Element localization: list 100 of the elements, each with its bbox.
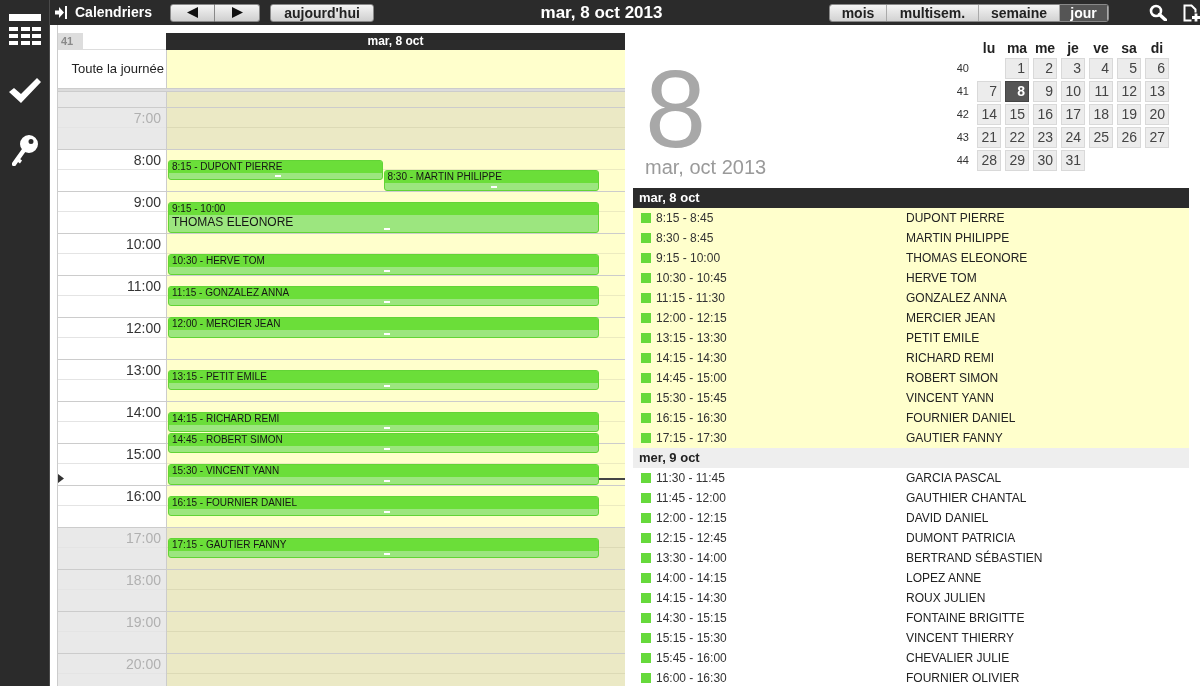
event-title[interactable]: DAVID DANIEL <box>906 509 989 527</box>
calendar-grid-icon[interactable] <box>8 14 41 45</box>
event-title[interactable]: GAUTHIER CHANTAL <box>906 489 1027 507</box>
calendar-day[interactable]: 30 <box>1033 150 1057 171</box>
calendar-day[interactable]: 18 <box>1089 104 1113 125</box>
event-time[interactable]: 13:15 - 13:30 <box>656 329 906 347</box>
calendar-day[interactable]: 17 <box>1061 104 1085 125</box>
event-time[interactable]: 14:15 - 14:30 <box>656 589 906 607</box>
event-title[interactable]: RICHARD REMI <box>906 349 994 367</box>
today-button[interactable]: aujourd'hui <box>270 3 374 22</box>
appointment-block[interactable]: 8:30 - MARTIN PHILIPPE <box>383 170 599 191</box>
event-title[interactable]: CHEVALIER JULIE <box>906 649 1010 667</box>
appointment-block[interactable]: 14:15 - RICHARD REMI <box>168 411 599 432</box>
event-title[interactable]: FOURNIER DANIEL <box>906 409 1016 427</box>
view-tab[interactable]: jour <box>1060 4 1108 21</box>
calendar-day[interactable]: 31 <box>1061 150 1085 171</box>
calendar-day[interactable]: 4 <box>1089 58 1113 79</box>
event-time[interactable]: 11:45 - 12:00 <box>656 489 906 507</box>
event-time[interactable]: 14:45 - 15:00 <box>656 369 906 387</box>
search-icon[interactable] <box>1149 4 1167 21</box>
event-title[interactable]: ROBERT SIMON <box>906 369 999 387</box>
appointment-block[interactable]: 9:15 - 10:00 THOMAS ELEONORE <box>168 201 599 233</box>
event-time[interactable]: 12:00 - 12:15 <box>656 509 906 527</box>
event-time[interactable]: 16:00 - 16:30 <box>656 669 906 686</box>
event-time[interactable]: 12:00 - 12:15 <box>656 309 906 327</box>
event-time[interactable]: 16:15 - 16:30 <box>656 409 906 427</box>
calendar-day[interactable]: 20 <box>1145 104 1169 125</box>
event-time[interactable]: 14:00 - 14:15 <box>656 569 906 587</box>
event-title[interactable]: GONZALEZ ANNA <box>906 289 1007 307</box>
calendar-day[interactable]: 16 <box>1033 104 1057 125</box>
event-time[interactable]: 8:15 - 8:45 <box>656 209 906 227</box>
calendars-button[interactable]: Calendriers <box>55 2 165 23</box>
calendar-day[interactable]: 7 <box>977 81 1001 102</box>
appointment-block[interactable]: 11:15 - GONZALEZ ANNA <box>168 285 599 306</box>
event-time[interactable]: 14:30 - 15:15 <box>656 609 906 627</box>
calendar-day[interactable]: 21 <box>977 127 1001 148</box>
view-tab[interactable]: semaine <box>979 4 1060 21</box>
event-time[interactable]: 11:30 - 11:45 <box>656 469 906 487</box>
appointment-block[interactable]: 16:15 - FOURNIER DANIEL <box>168 495 599 516</box>
event-title[interactable]: MARTIN PHILIPPE <box>906 229 1010 247</box>
calendar-day[interactable]: 28 <box>977 150 1001 171</box>
appointment-block[interactable]: 8:15 - DUPONT PIERRE <box>168 159 383 180</box>
event-time[interactable]: 8:30 - 8:45 <box>656 229 906 247</box>
event-title[interactable]: ROUX JULIEN <box>906 589 986 607</box>
calendar-day[interactable]: 9 <box>1033 81 1057 102</box>
calendar-day[interactable]: 12 <box>1117 81 1141 102</box>
calendar-day[interactable]: 1 <box>1005 58 1029 79</box>
appointment-block[interactable]: 10:30 - HERVE TOM <box>168 254 599 275</box>
calendar-day[interactable]: 5 <box>1117 58 1141 79</box>
event-title[interactable]: DUMONT PATRICIA <box>906 529 1016 547</box>
calendar-day[interactable]: 2 <box>1033 58 1057 79</box>
event-title[interactable]: HERVE TOM <box>906 269 977 287</box>
event-time[interactable]: 17:15 - 17:30 <box>656 429 906 447</box>
calendar-day[interactable]: 19 <box>1117 104 1141 125</box>
calendar-day[interactable]: 23 <box>1033 127 1057 148</box>
event-title[interactable]: MERCIER JEAN <box>906 309 996 327</box>
calendar-day[interactable]: 10 <box>1061 81 1085 102</box>
appointment-block[interactable]: 17:15 - GAUTIER FANNY <box>168 537 599 558</box>
calendar-day[interactable]: 22 <box>1005 127 1029 148</box>
event-title[interactable]: DUPONT PIERRE <box>906 209 1005 227</box>
key-icon[interactable] <box>11 135 38 166</box>
event-time[interactable]: 11:15 - 11:30 <box>656 289 906 307</box>
calendar-day[interactable]: 13 <box>1145 81 1169 102</box>
calendar-day[interactable]: 29 <box>1005 150 1029 171</box>
appointment-block[interactable]: 14:45 - ROBERT SIMON <box>168 432 599 453</box>
event-title[interactable]: THOMAS ELEONORE <box>906 249 1028 267</box>
add-document-icon[interactable] <box>1183 3 1200 22</box>
calendar-day[interactable]: 14 <box>977 104 1001 125</box>
event-time[interactable]: 13:30 - 14:00 <box>656 549 906 567</box>
event-title[interactable]: BERTRAND SÉBASTIEN <box>906 549 1043 567</box>
appointment-block[interactable]: 13:15 - PETIT EMILE <box>168 369 599 390</box>
next-button[interactable] <box>215 3 260 22</box>
event-time[interactable]: 10:30 - 10:45 <box>656 269 906 287</box>
calendar-day[interactable]: 26 <box>1117 127 1141 148</box>
calendar-day[interactable]: 27 <box>1145 127 1169 148</box>
event-time[interactable]: 15:45 - 16:00 <box>656 649 906 667</box>
event-title[interactable]: LOPEZ ANNE <box>906 569 982 587</box>
event-time[interactable]: 15:15 - 15:30 <box>656 629 906 647</box>
event-time[interactable]: 9:15 - 10:00 <box>656 249 906 267</box>
event-title[interactable]: VINCENT THIERRY <box>906 629 1015 647</box>
view-tab[interactable]: mois <box>830 4 887 21</box>
event-title[interactable]: GAUTIER FANNY <box>906 429 1003 447</box>
calendar-day[interactable]: 3 <box>1061 58 1085 79</box>
event-title[interactable]: FONTAINE BRIGITTE <box>906 609 1025 627</box>
calendar-day[interactable]: 25 <box>1089 127 1113 148</box>
calendar-day[interactable]: 11 <box>1089 81 1113 102</box>
previous-button[interactable] <box>170 3 215 22</box>
calendar-day[interactable]: 6 <box>1145 58 1169 79</box>
calendar-day[interactable]: 24 <box>1061 127 1085 148</box>
appointment-block[interactable]: 15:30 - VINCENT YANN <box>168 464 599 485</box>
event-time[interactable]: 14:15 - 14:30 <box>656 349 906 367</box>
check-icon[interactable] <box>8 78 41 103</box>
view-tab[interactable]: multisem. <box>887 4 979 21</box>
event-time[interactable]: 15:30 - 15:45 <box>656 389 906 407</box>
calendar-day[interactable]: 8 <box>1005 81 1029 102</box>
event-time[interactable]: 12:15 - 12:45 <box>656 529 906 547</box>
event-title[interactable]: PETIT EMILE <box>906 329 980 347</box>
calendar-day[interactable]: 15 <box>1005 104 1029 125</box>
event-title[interactable]: GARCIA PASCAL <box>906 469 1002 487</box>
event-title[interactable]: FOURNIER OLIVIER <box>906 669 1020 686</box>
